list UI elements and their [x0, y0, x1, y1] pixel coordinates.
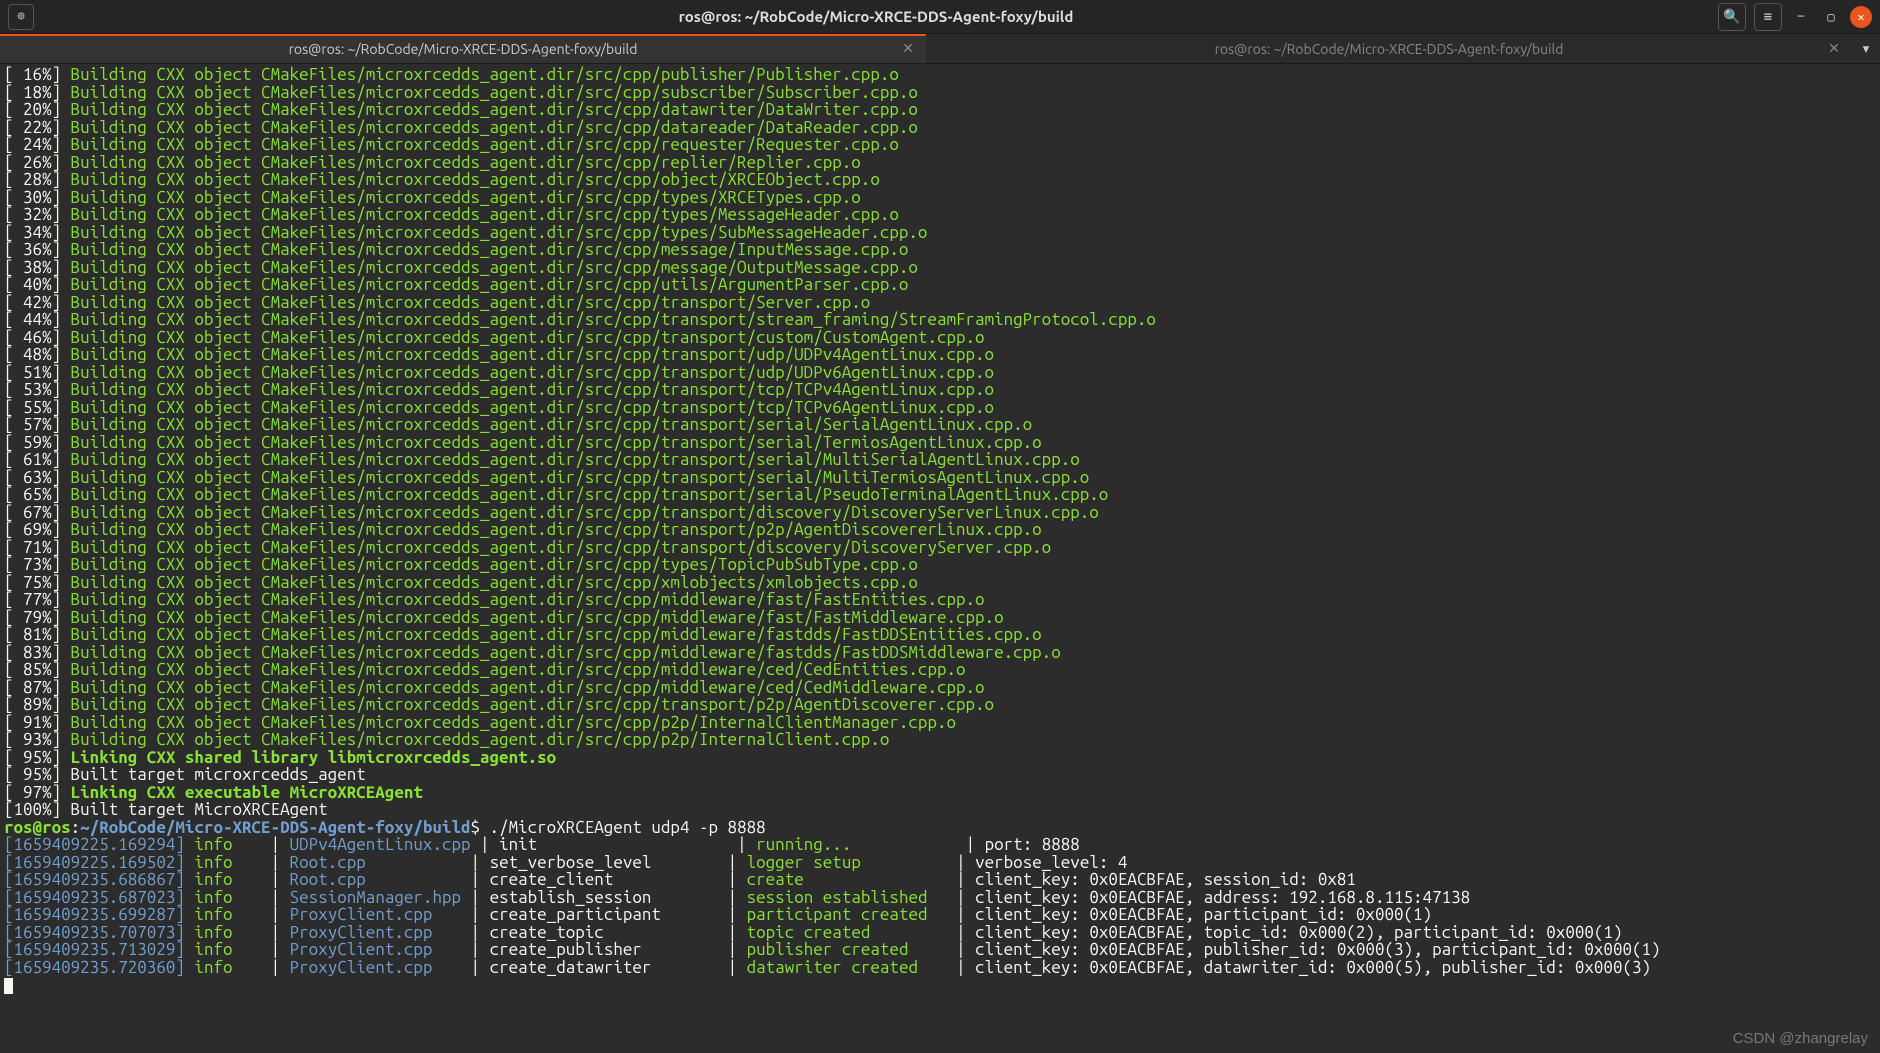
agent-log-line: [1659409235.720360] info | ProxyClient.c… — [4, 959, 1876, 977]
build-output-line: [ 24%] Building CXX object CMakeFiles/mi… — [4, 136, 1876, 154]
build-output-line: [ 95%] Linking CXX shared library libmic… — [4, 749, 1876, 767]
tab-active[interactable]: ros@ros: ~/RobCode/Micro-XRCE-DDS-Agent-… — [0, 34, 926, 63]
build-output-line: [ 51%] Building CXX object CMakeFiles/mi… — [4, 364, 1876, 382]
tab-label: ros@ros: ~/RobCode/Micro-XRCE-DDS-Agent-… — [1215, 41, 1564, 57]
tab-close-icon[interactable]: ✕ — [902, 40, 914, 57]
build-output-line: [ 75%] Building CXX object CMakeFiles/mi… — [4, 574, 1876, 592]
build-output-line: [ 20%] Building CXX object CMakeFiles/mi… — [4, 101, 1876, 119]
build-output-line: [ 59%] Building CXX object CMakeFiles/mi… — [4, 434, 1876, 452]
build-output-line: [ 97%] Linking CXX executable MicroXRCEA… — [4, 784, 1876, 802]
build-output-line: [ 36%] Building CXX object CMakeFiles/mi… — [4, 241, 1876, 259]
build-output-line: [ 48%] Building CXX object CMakeFiles/mi… — [4, 346, 1876, 364]
build-output-line: [ 61%] Building CXX object CMakeFiles/mi… — [4, 451, 1876, 469]
build-output-line: [ 91%] Building CXX object CMakeFiles/mi… — [4, 714, 1876, 732]
build-output-line: [ 44%] Building CXX object CMakeFiles/mi… — [4, 311, 1876, 329]
tab-close-icon[interactable]: ✕ — [1828, 40, 1840, 57]
build-output-line: [ 81%] Building CXX object CMakeFiles/mi… — [4, 626, 1876, 644]
prompt-line: ros@ros:~/RobCode/Micro-XRCE-DDS-Agent-f… — [4, 819, 1876, 837]
build-output-line: [ 83%] Building CXX object CMakeFiles/mi… — [4, 644, 1876, 662]
build-output-line: [ 53%] Building CXX object CMakeFiles/mi… — [4, 381, 1876, 399]
minimize-button[interactable]: — — [1790, 6, 1812, 28]
build-output-line: [ 16%] Building CXX object CMakeFiles/mi… — [4, 66, 1876, 84]
build-output-line: [ 85%] Building CXX object CMakeFiles/mi… — [4, 661, 1876, 679]
agent-log-line: [1659409235.686867] info | Root.cpp | cr… — [4, 871, 1876, 889]
title-bar: ⊕ ros@ros: ~/RobCode/Micro-XRCE-DDS-Agen… — [0, 0, 1880, 34]
agent-log-line: [1659409235.707073] info | ProxyClient.c… — [4, 924, 1876, 942]
build-output-line: [ 40%] Building CXX object CMakeFiles/mi… — [4, 276, 1876, 294]
agent-log-line: [1659409225.169502] info | Root.cpp | se… — [4, 854, 1876, 872]
tab-bar: ros@ros: ~/RobCode/Micro-XRCE-DDS-Agent-… — [0, 34, 1880, 64]
search-icon: 🔍 — [1723, 8, 1740, 25]
new-tab-button[interactable]: ⊕ — [8, 4, 34, 30]
build-output-line: [ 22%] Building CXX object CMakeFiles/mi… — [4, 119, 1876, 137]
build-output-line: [ 89%] Building CXX object CMakeFiles/mi… — [4, 696, 1876, 714]
build-output-line: [ 42%] Building CXX object CMakeFiles/mi… — [4, 294, 1876, 312]
tab-inactive[interactable]: ros@ros: ~/RobCode/Micro-XRCE-DDS-Agent-… — [926, 34, 1852, 63]
hamburger-icon: ≡ — [1764, 8, 1772, 25]
build-output-line: [ 77%] Building CXX object CMakeFiles/mi… — [4, 591, 1876, 609]
build-output-line: [ 18%] Building CXX object CMakeFiles/mi… — [4, 84, 1876, 102]
minimize-icon: — — [1798, 10, 1805, 23]
build-output-line: [ 67%] Building CXX object CMakeFiles/mi… — [4, 504, 1876, 522]
build-output-line: [ 32%] Building CXX object CMakeFiles/mi… — [4, 206, 1876, 224]
close-icon: ✕ — [1857, 10, 1864, 24]
agent-log-line: [1659409225.169294] info | UDPv4AgentLin… — [4, 836, 1876, 854]
watermark: CSDN @zhangrelay — [1733, 1030, 1868, 1047]
maximize-icon: ▢ — [1827, 10, 1834, 24]
build-output-line: [ 79%] Building CXX object CMakeFiles/mi… — [4, 609, 1876, 627]
build-output-line: [ 26%] Building CXX object CMakeFiles/mi… — [4, 154, 1876, 172]
build-output-line: [ 71%] Building CXX object CMakeFiles/mi… — [4, 539, 1876, 557]
tab-dropdown-button[interactable]: ▾ — [1852, 34, 1880, 63]
build-output-line: [ 69%] Building CXX object CMakeFiles/mi… — [4, 521, 1876, 539]
tab-label: ros@ros: ~/RobCode/Micro-XRCE-DDS-Agent-… — [289, 41, 638, 57]
plus-tab-icon: ⊕ — [17, 9, 25, 24]
window-title: ros@ros: ~/RobCode/Micro-XRCE-DDS-Agent-… — [34, 8, 1718, 25]
search-button[interactable]: 🔍 — [1718, 3, 1746, 31]
build-output-line: [ 57%] Building CXX object CMakeFiles/mi… — [4, 416, 1876, 434]
build-output-line: [ 95%] Built target microxrcedds_agent — [4, 766, 1876, 784]
menu-button[interactable]: ≡ — [1754, 3, 1782, 31]
build-output-line: [ 63%] Building CXX object CMakeFiles/mi… — [4, 469, 1876, 487]
agent-log-line: [1659409235.699287] info | ProxyClient.c… — [4, 906, 1876, 924]
build-output-line: [ 34%] Building CXX object CMakeFiles/mi… — [4, 224, 1876, 242]
build-output-line: [ 55%] Building CXX object CMakeFiles/mi… — [4, 399, 1876, 417]
build-output-line: [ 46%] Building CXX object CMakeFiles/mi… — [4, 329, 1876, 347]
build-output-line: [ 93%] Building CXX object CMakeFiles/mi… — [4, 731, 1876, 749]
build-output-line: [ 30%] Building CXX object CMakeFiles/mi… — [4, 189, 1876, 207]
build-output-line: [ 87%] Building CXX object CMakeFiles/mi… — [4, 679, 1876, 697]
terminal-area[interactable]: [ 16%] Building CXX object CMakeFiles/mi… — [0, 64, 1880, 994]
maximize-button[interactable]: ▢ — [1820, 6, 1842, 28]
build-output-line: [100%] Built target MicroXRCEAgent — [4, 801, 1876, 819]
agent-log-line: [1659409235.687023] info | SessionManage… — [4, 889, 1876, 907]
build-output-line: [ 65%] Building CXX object CMakeFiles/mi… — [4, 486, 1876, 504]
build-output-line: [ 28%] Building CXX object CMakeFiles/mi… — [4, 171, 1876, 189]
cursor-line — [4, 976, 1876, 994]
agent-log-line: [1659409235.713029] info | ProxyClient.c… — [4, 941, 1876, 959]
build-output-line: [ 38%] Building CXX object CMakeFiles/mi… — [4, 259, 1876, 277]
chevron-down-icon: ▾ — [1861, 39, 1871, 59]
build-output-line: [ 73%] Building CXX object CMakeFiles/mi… — [4, 556, 1876, 574]
close-button[interactable]: ✕ — [1850, 6, 1872, 28]
